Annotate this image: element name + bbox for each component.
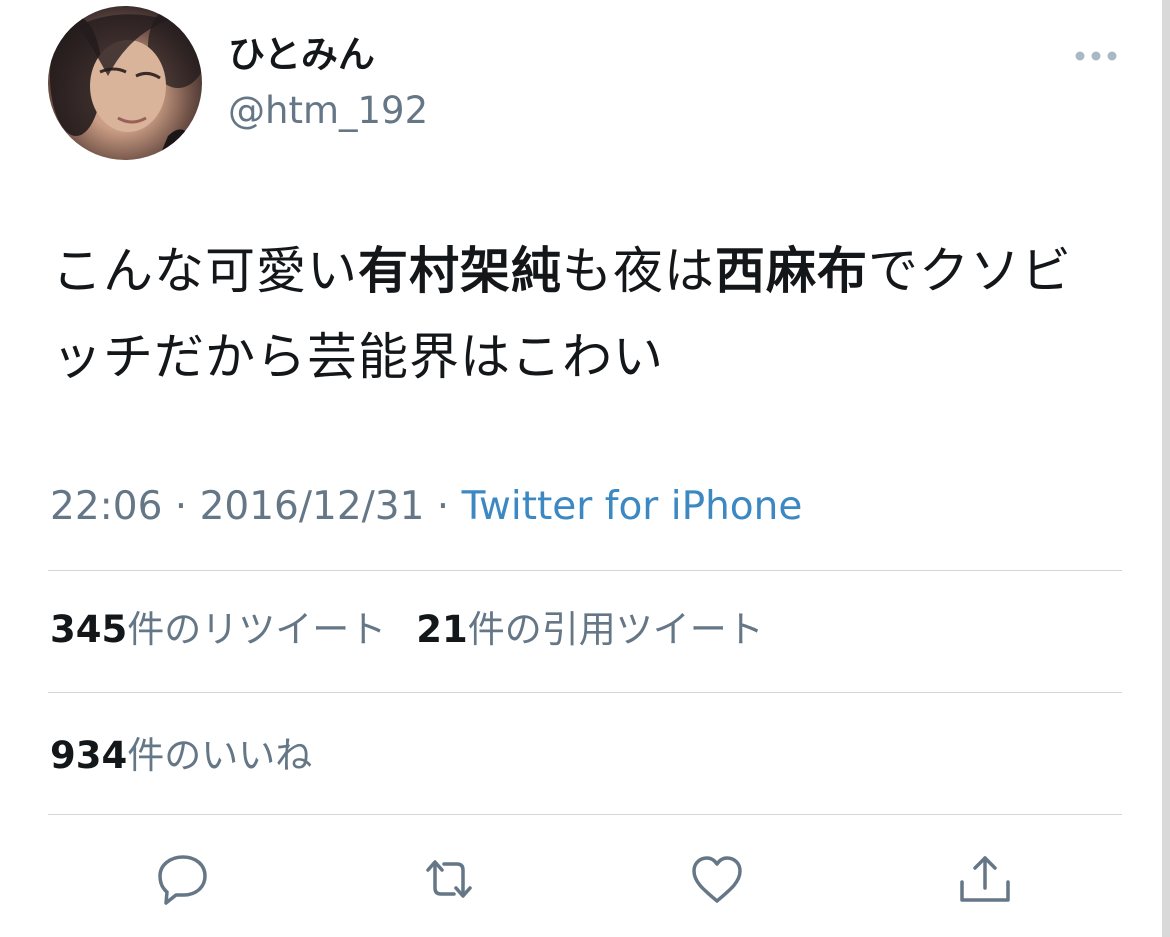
quotes-count: 21 (416, 608, 468, 651)
tweet-meta: 22:06 · 2016/12/31 · Twitter for iPhone (50, 484, 802, 530)
tweet-source-link[interactable]: Twitter for iPhone (462, 484, 803, 529)
divider (48, 570, 1122, 571)
tweet-text: こんな可愛い有村架純も夜は西麻布でクソビッチだから芸能界はこわい (52, 228, 1122, 400)
stats-row-likes: 934件のいいね (50, 734, 312, 778)
retweets-label: 件のリツイート (127, 608, 387, 651)
likes-label: 件のいいね (127, 734, 313, 777)
more-dots-icon[interactable] (1074, 48, 1118, 64)
stats-row-retweets: 345件のリツイート 21件の引用ツイート (50, 608, 764, 652)
quotes-stat[interactable]: 21件の引用ツイート (416, 608, 764, 651)
likes-count: 934 (50, 734, 128, 777)
meta-separator: · (162, 484, 200, 529)
retweet-icon[interactable] (418, 848, 480, 910)
tweet-date: 2016/12/31 (199, 484, 425, 529)
retweets-stat[interactable]: 345件のリツイート (50, 608, 386, 651)
divider (48, 814, 1122, 815)
heart-icon[interactable] (686, 848, 748, 910)
meta-separator: · (424, 484, 462, 529)
tweet-text-bold-place: 西麻布 (715, 242, 868, 300)
quotes-label: 件の引用ツイート (467, 608, 764, 651)
retweets-count: 345 (50, 608, 128, 651)
tweet-time: 22:06 (50, 484, 163, 529)
author-display-name[interactable]: ひとみん (228, 36, 375, 73)
likes-stat[interactable]: 934件のいいね (50, 734, 312, 777)
tweet-text-part: も夜は (562, 242, 715, 300)
tweet-detail: ひとみん @htm_192 こんな可愛い有村架純も夜は西麻布でクソビッチだから芸… (0, 0, 1162, 937)
tweet-text-bold-name: 有村架純 (358, 242, 562, 300)
divider (48, 692, 1122, 693)
screen-edge (1162, 0, 1170, 937)
author-handle[interactable]: @htm_192 (228, 92, 428, 129)
tweet-text-part: こんな可愛い (52, 242, 358, 300)
avatar[interactable] (48, 6, 202, 160)
share-icon[interactable] (954, 848, 1016, 910)
reply-icon[interactable] (152, 848, 214, 910)
